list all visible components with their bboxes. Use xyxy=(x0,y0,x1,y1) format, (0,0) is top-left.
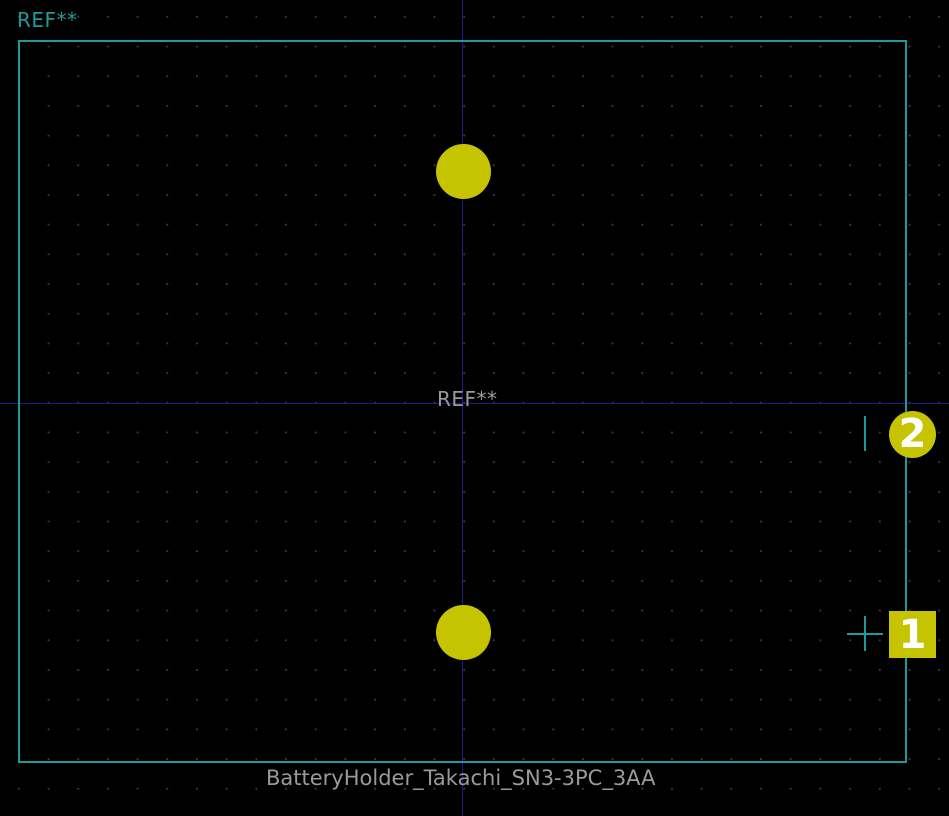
pin-2-marker xyxy=(864,416,866,451)
reference-designator-silk[interactable]: REF** xyxy=(17,10,78,30)
pad-2-number-label: 2 xyxy=(898,411,927,457)
pin-1-marker-vertical xyxy=(864,616,866,651)
pcb-canvas[interactable]: REF** REF** BatteryHolder_Takachi_SN3-3P… xyxy=(0,0,949,816)
mounting-hole-top[interactable] xyxy=(436,144,491,199)
reference-designator-fab[interactable]: REF** xyxy=(437,389,498,409)
pad-1-number-label: 1 xyxy=(898,612,927,658)
mounting-hole-bottom[interactable] xyxy=(436,605,491,660)
footprint-value-label[interactable]: BatteryHolder_Takachi_SN3-3PC_3AA xyxy=(266,768,656,789)
